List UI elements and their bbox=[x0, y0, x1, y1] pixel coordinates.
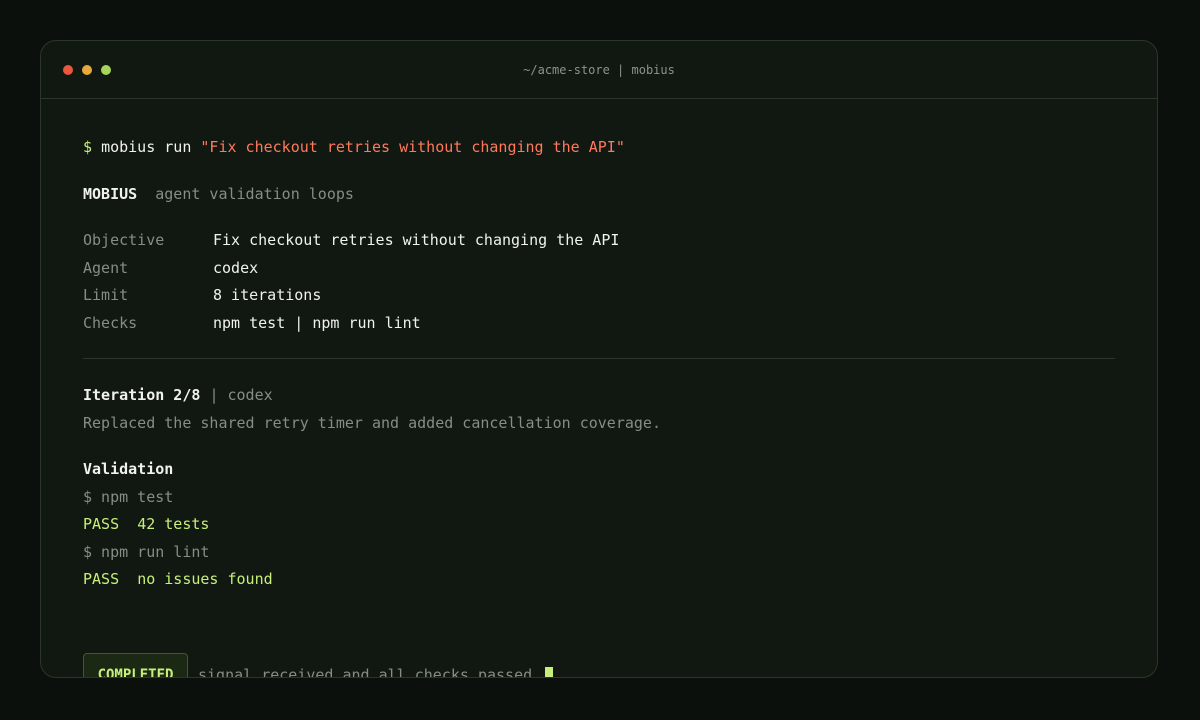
window-title: ~/acme-store | mobius bbox=[523, 63, 675, 77]
iteration-summary: Replaced the shared retry timer and adde… bbox=[83, 414, 661, 432]
result-detail: 42 tests bbox=[137, 515, 210, 533]
iteration-separator: | bbox=[209, 386, 219, 404]
validation-command: $ npm test bbox=[83, 488, 174, 506]
app-header: MOBIUS agent validation loops bbox=[83, 184, 354, 204]
config-key: Agent bbox=[83, 259, 129, 277]
section-divider bbox=[83, 358, 1115, 359]
command-line: $ mobius run "Fix checkout retries witho… bbox=[83, 137, 625, 157]
command-argument: "Fix checkout retries without changing t… bbox=[200, 138, 625, 156]
status-pass: PASS bbox=[83, 570, 120, 588]
command-text: mobius run bbox=[101, 138, 192, 156]
config-key: Checks bbox=[83, 314, 138, 332]
iteration-agent: codex bbox=[227, 386, 273, 404]
result-detail: no issues found bbox=[137, 570, 273, 588]
app-name: MOBIUS bbox=[83, 185, 138, 203]
terminal-output: $ mobius run "Fix checkout retries witho… bbox=[83, 99, 1115, 677]
prompt-symbol: $ bbox=[83, 138, 93, 156]
validation-command: $ npm run lint bbox=[83, 543, 210, 561]
config-value: npm test | npm run lint bbox=[213, 314, 421, 332]
app-tagline: agent validation loops bbox=[155, 185, 354, 203]
config-key: Limit bbox=[83, 286, 129, 304]
terminal-cursor bbox=[545, 667, 554, 677]
validation-result: PASS 42 tests bbox=[83, 514, 209, 534]
final-message: signal received and all checks passed. bbox=[198, 665, 554, 678]
config-value: Fix checkout retries without changing th… bbox=[213, 231, 620, 249]
validation-result: PASS no issues found bbox=[83, 569, 273, 589]
terminal-window: ~/acme-store | mobius $ mobius run "Fix … bbox=[40, 40, 1158, 678]
status-pass: PASS bbox=[83, 515, 120, 533]
config-value: 8 iterations bbox=[213, 286, 322, 304]
completed-badge: COMPLETED bbox=[83, 653, 188, 677]
config-value: codex bbox=[213, 259, 259, 277]
validation-heading: Validation bbox=[83, 460, 174, 478]
iteration-label: Iteration 2/8 bbox=[83, 386, 201, 404]
config-key: Objective bbox=[83, 231, 165, 249]
iteration-header: Iteration 2/8 | codex bbox=[83, 385, 273, 405]
title-bar: ~/acme-store | mobius bbox=[41, 41, 1157, 99]
final-message-text: signal received and all checks passed. bbox=[198, 666, 542, 678]
